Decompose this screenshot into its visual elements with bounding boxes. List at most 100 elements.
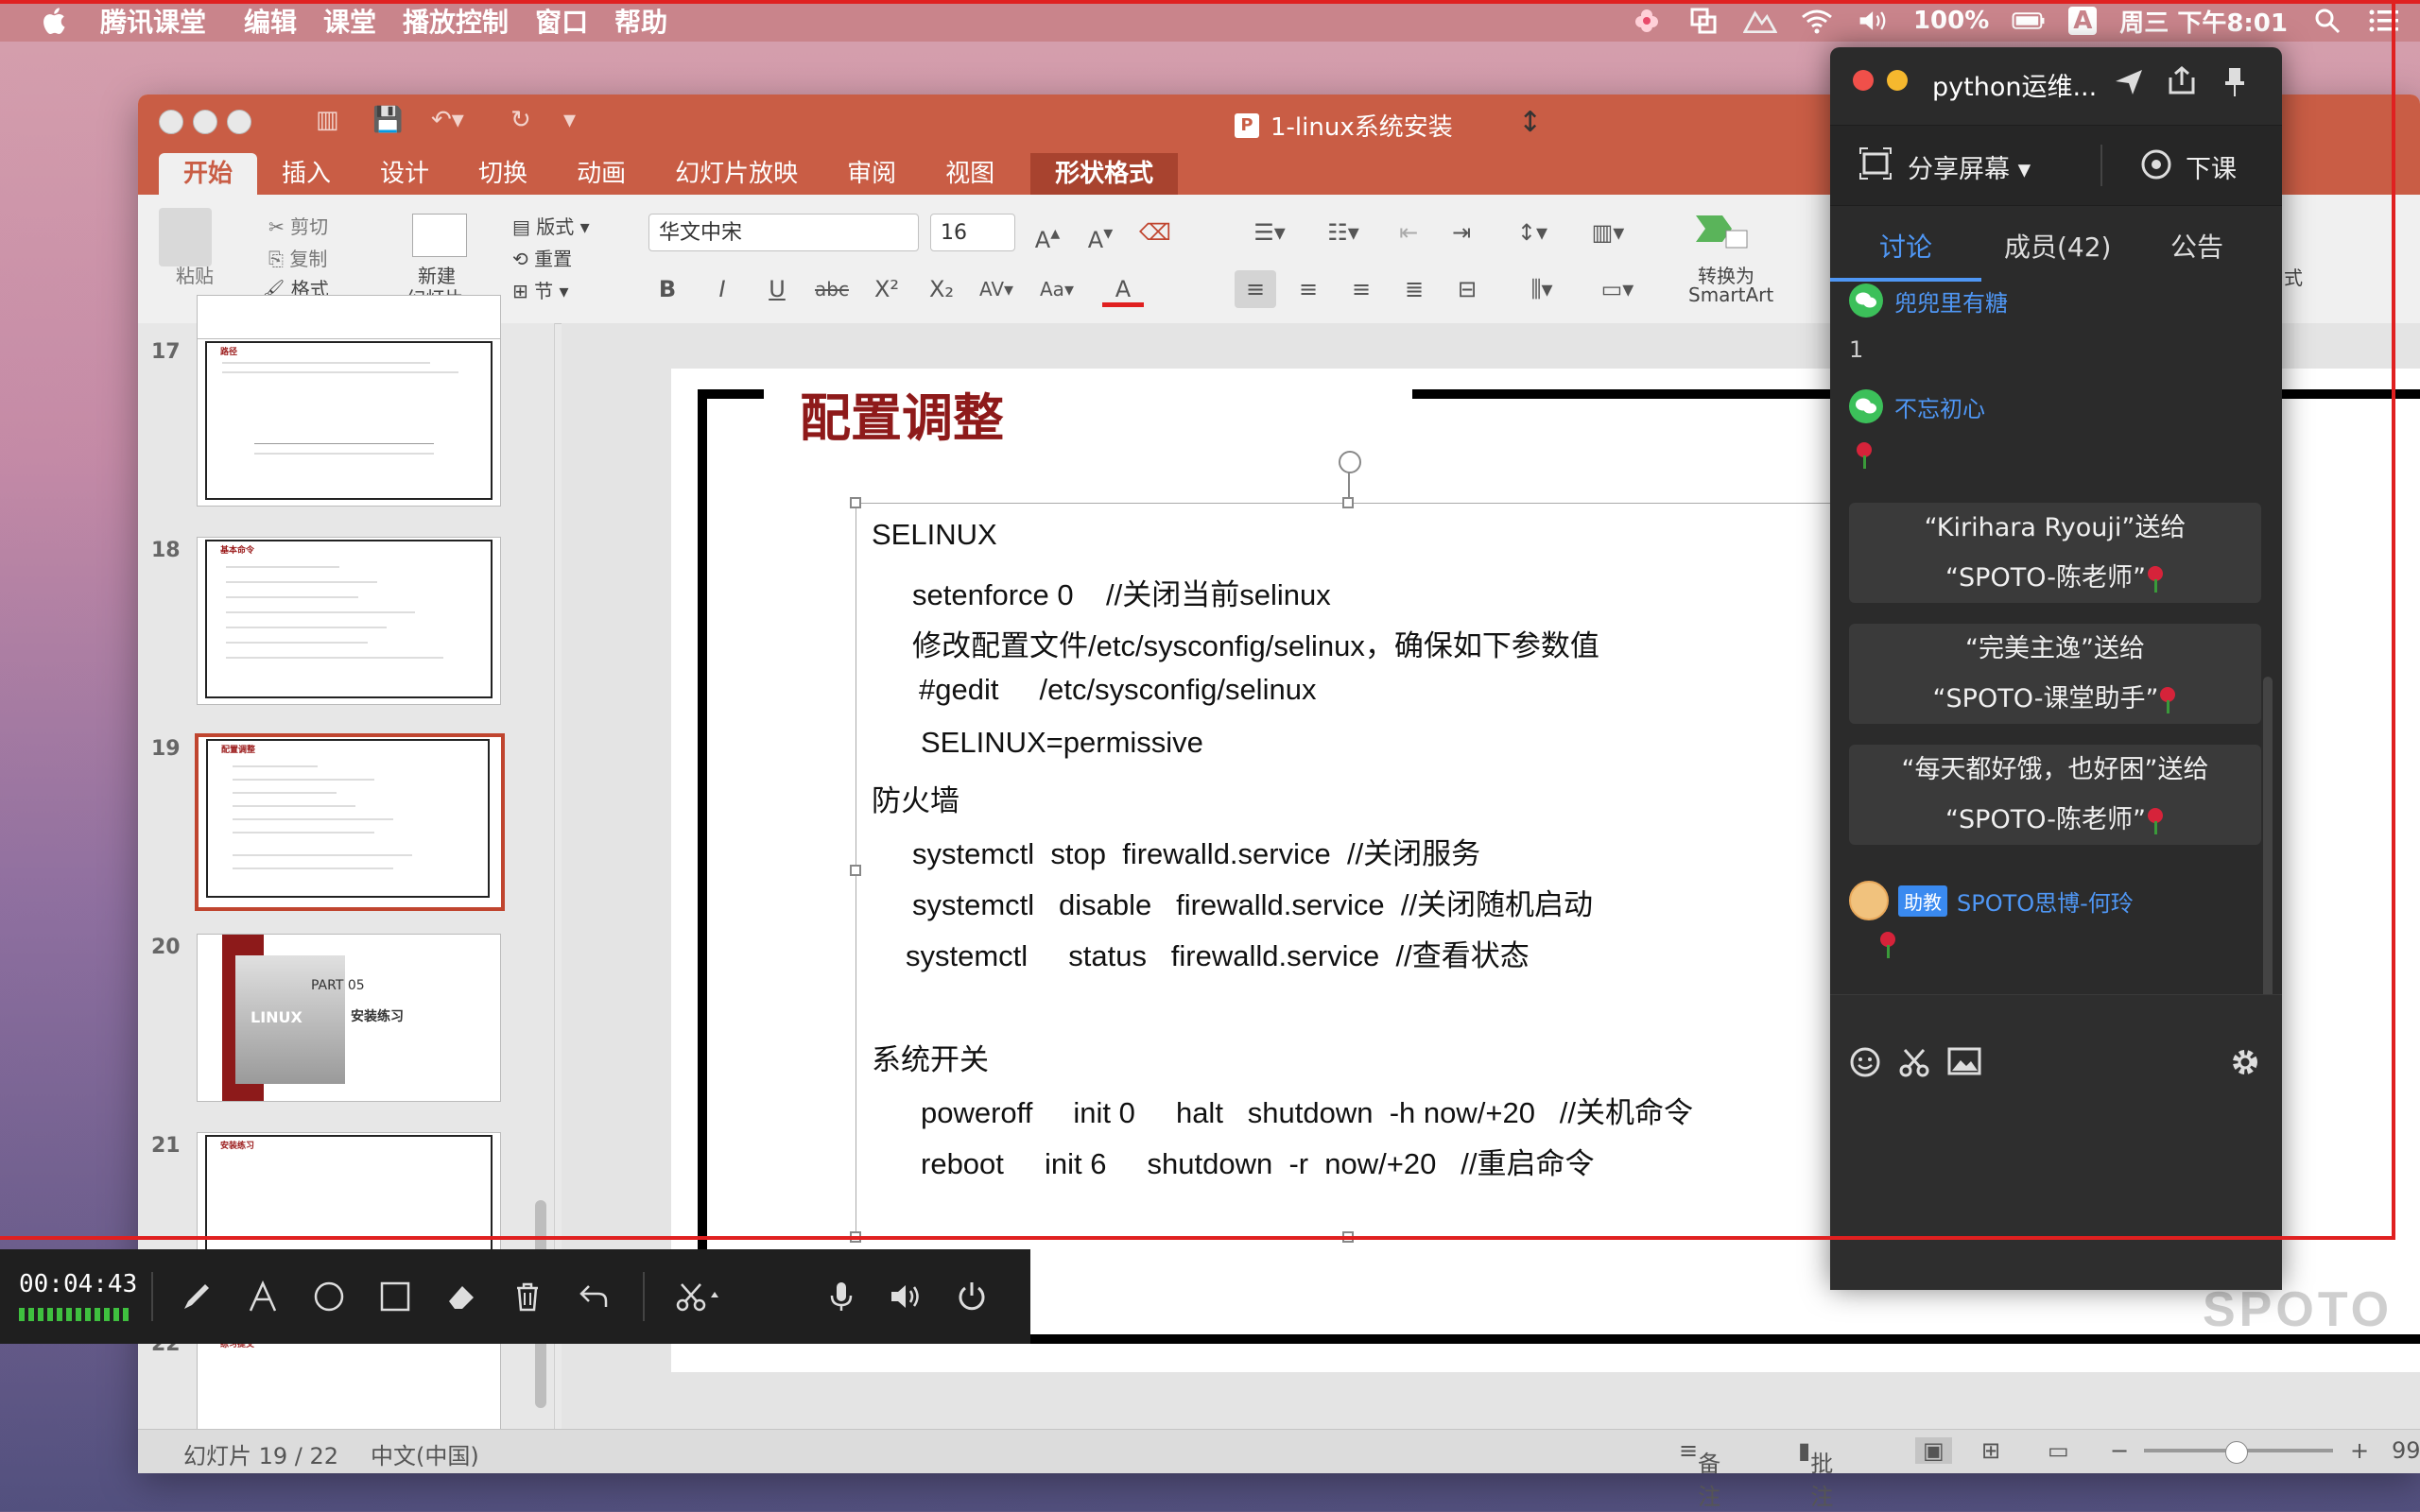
zoom-level[interactable]: 99 — [2392, 1437, 2420, 1464]
mountain-icon[interactable] — [1742, 7, 1777, 35]
assistant-avatar[interactable] — [1849, 881, 1889, 920]
chat-settings-gear-icon[interactable] — [2229, 1046, 2261, 1082]
chat-scrollbar[interactable] — [2263, 677, 2273, 1026]
chat-close-button[interactable] — [1853, 70, 1874, 91]
comments-button[interactable]: ▮ 批注 — [1798, 1437, 1833, 1510]
image-icon[interactable] — [1947, 1046, 1981, 1080]
menu-app-name[interactable]: 腾讯课堂 — [100, 2, 206, 40]
notification-center-icon[interactable] — [2367, 7, 2401, 35]
menu-edit[interactable]: 编辑 — [244, 2, 297, 40]
microphone-icon[interactable] — [821, 1276, 862, 1317]
tab-animations[interactable]: 动画 — [552, 153, 650, 195]
clear-trash-icon[interactable] — [507, 1276, 548, 1317]
normal-view-icon[interactable]: ▣ — [1915, 1437, 1952, 1464]
chat-minimize-button[interactable] — [1887, 70, 1908, 91]
slide-thumbnail-17[interactable]: 路径 — [197, 338, 501, 507]
power-stop-icon[interactable] — [951, 1276, 993, 1317]
end-class-icon[interactable] — [2138, 146, 2174, 186]
tab-slideshow[interactable]: 幻灯片放映 — [650, 153, 822, 195]
chat-input-area[interactable] — [1830, 994, 2282, 1290]
resize-handle-top[interactable] — [1342, 497, 1354, 508]
tab-members[interactable]: 成员(42) — [2004, 227, 2111, 265]
font-color-icon[interactable]: A — [1102, 270, 1144, 307]
shape-style-label[interactable]: 式 — [2284, 263, 2303, 290]
flower-app-icon[interactable] — [1630, 7, 1664, 35]
smartart-label-2[interactable]: SmartArt — [1688, 284, 1773, 306]
justify-button[interactable]: ≣ — [1393, 270, 1435, 308]
cut-button[interactable]: ✂ 剪切 — [268, 212, 328, 239]
eraser-icon[interactable] — [441, 1276, 482, 1317]
zoom-slider-thumb[interactable] — [2225, 1441, 2248, 1464]
chat-username[interactable]: 不忘初心 — [1894, 390, 1985, 423]
tab-announcement[interactable]: 公告 — [2170, 227, 2223, 265]
slide-thumbnail-19-selected[interactable]: 配置调整 — [195, 733, 505, 911]
slide-sorter-icon[interactable]: ⊞ — [1981, 1437, 2000, 1464]
bullets-icon[interactable]: ☰▾ — [1236, 214, 1303, 251]
share-screen-button[interactable]: 分享屏幕 ▾ — [1908, 148, 2031, 185]
subscript-button[interactable]: X₂ — [921, 270, 962, 308]
resize-handle-left[interactable] — [850, 865, 861, 876]
volume-icon[interactable] — [1857, 7, 1891, 35]
slideshow-view-icon[interactable]: ▭ — [2048, 1437, 2069, 1464]
smartart-icon[interactable] — [1694, 210, 1748, 249]
share-screen-icon[interactable] — [1858, 146, 1893, 184]
tab-view[interactable]: 视图 — [921, 153, 1019, 195]
customize-toolbar-icon[interactable]: ▾ — [563, 106, 576, 134]
bold-button[interactable]: B — [647, 270, 688, 308]
sidebar-toggle-icon[interactable]: ▥ — [316, 106, 339, 134]
wechat-avatar-icon[interactable] — [1849, 389, 1883, 423]
zoom-in-icon[interactable]: + — [2350, 1437, 2369, 1464]
battery-icon[interactable] — [2012, 7, 2046, 35]
align-center-button[interactable]: ≡ — [1288, 270, 1329, 308]
align-text-icon[interactable]: ▭▾ — [1584, 270, 1651, 308]
screenshot-tool-icon[interactable] — [673, 1276, 730, 1317]
superscript-button[interactable]: X² — [866, 270, 908, 308]
screenshot-scissors-icon[interactable] — [1898, 1046, 1930, 1082]
menu-help[interactable]: 帮助 — [614, 2, 667, 40]
apple-icon[interactable] — [38, 4, 72, 38]
line-spacing-icon[interactable]: ↕▾ — [1499, 214, 1565, 251]
slide-thumbnail-20[interactable]: LINUX PART 05 安装练习 — [197, 934, 501, 1102]
zoom-out-icon[interactable]: − — [2110, 1437, 2129, 1464]
tab-transitions[interactable]: 切换 — [454, 153, 552, 195]
align-left-button[interactable]: ≡ — [1235, 270, 1276, 308]
italic-button[interactable]: I — [701, 270, 743, 308]
redo-icon[interactable]: ↻ — [510, 106, 531, 134]
pin-icon[interactable] — [2218, 64, 2252, 102]
notes-button[interactable]: ≡ 备注 — [1679, 1437, 1720, 1510]
screen-share-icon[interactable] — [1686, 7, 1720, 35]
paste-icon[interactable] — [159, 208, 212, 266]
tab-home[interactable]: 开始 — [159, 153, 258, 195]
close-window-button[interactable] — [159, 110, 183, 134]
underline-button[interactable]: U — [756, 270, 798, 308]
resize-handle-tl[interactable] — [850, 497, 861, 508]
character-spacing-icon[interactable]: AV▾ — [976, 270, 1017, 308]
section-button[interactable]: ⊞ 节 ▾ — [512, 276, 569, 303]
slide-thumbnail-22[interactable]: 练习提交 — [197, 1331, 501, 1436]
share-out-icon[interactable] — [2165, 64, 2199, 102]
increase-indent-icon[interactable]: ⇥ — [1441, 214, 1482, 251]
tab-design[interactable]: 设计 — [355, 153, 454, 195]
menu-playback[interactable]: 播放控制 — [403, 2, 509, 40]
slide-thumbnail-18[interactable]: 基本命令 — [197, 537, 501, 705]
wechat-avatar-icon[interactable] — [1849, 284, 1883, 318]
minimize-window-button[interactable] — [193, 110, 217, 134]
tab-insert[interactable]: 插入 — [257, 153, 355, 195]
send-plane-icon[interactable] — [2112, 64, 2146, 102]
font-size-select[interactable]: 16 — [930, 214, 1015, 251]
menubar-clock[interactable]: 周三 下午8:01 — [2119, 4, 2288, 39]
font-name-select[interactable]: 华文中宋 — [648, 214, 919, 251]
clear-format-icon[interactable]: ⌫ — [1134, 214, 1176, 251]
reset-button[interactable]: ⟲ 重置 — [512, 244, 572, 271]
save-icon[interactable]: 💾 — [372, 106, 403, 134]
distribute-button[interactable]: ⊟ — [1446, 270, 1488, 308]
language-indicator[interactable]: 中文(中国) — [371, 1437, 479, 1470]
change-case-icon[interactable]: Aa▾ — [1036, 270, 1078, 308]
text-direction-icon[interactable]: ⫼▾ — [1509, 270, 1575, 308]
pen-icon[interactable] — [176, 1276, 217, 1317]
numbering-icon[interactable]: ☷▾ — [1310, 214, 1376, 251]
rectangle-tool-icon[interactable] — [374, 1276, 416, 1317]
new-slide-icon[interactable] — [412, 214, 467, 257]
undo-icon[interactable]: ↶▾ — [431, 106, 464, 134]
input-method-indicator[interactable]: A — [2068, 7, 2098, 35]
